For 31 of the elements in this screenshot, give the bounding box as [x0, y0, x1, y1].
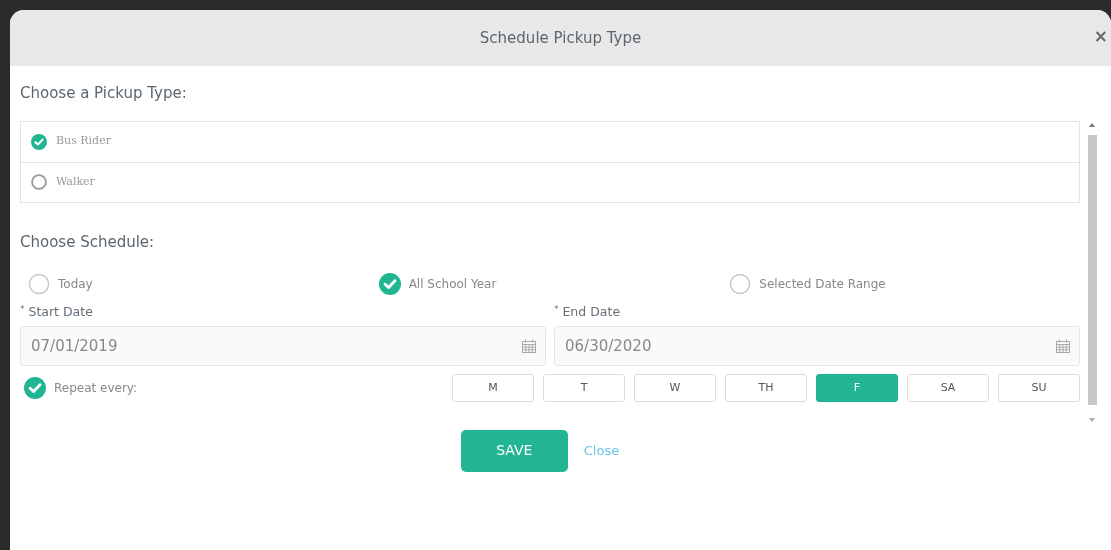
day-toggle[interactable]: TH: [725, 373, 807, 402]
date-field[interactable]: 06/30/2020: [554, 325, 1080, 366]
day-toggle[interactable]: SA: [907, 373, 989, 402]
calendar-icon[interactable]: [1055, 337, 1071, 354]
radio-checked-icon[interactable]: [378, 273, 401, 295]
checkbox-checked-icon[interactable]: [24, 376, 46, 399]
radio-option[interactable]: Walker: [21, 161, 1079, 202]
radio-icon[interactable]: [31, 174, 47, 190]
calendar-icon[interactable]: [521, 337, 537, 354]
date-field[interactable]: 07/01/2019: [20, 325, 546, 366]
section-heading: Choose a Pickup Type:: [20, 83, 188, 104]
dialog-title: Schedule Pickup Type: [479, 27, 642, 49]
radio-label[interactable]: All School Year: [408, 275, 497, 293]
close-link[interactable]: Close: [583, 441, 620, 461]
close-button[interactable]: ×: [1093, 28, 1108, 45]
radio-checked-icon[interactable]: [31, 133, 47, 150]
day-toggle[interactable]: SU: [998, 373, 1080, 402]
radio-icon[interactable]: [28, 273, 50, 295]
day-toggle[interactable]: M: [452, 373, 534, 402]
radio-icon[interactable]: [729, 273, 752, 295]
radio-label[interactable]: Selected Date Range: [759, 275, 886, 293]
radio-label[interactable]: Today: [58, 275, 93, 293]
radio-option[interactable]: Bus Rider: [21, 121, 1079, 162]
checkbox-label: Repeat every:: [54, 379, 138, 397]
section-heading: Choose Schedule:: [20, 231, 156, 253]
field-label: * Start Date: [20, 303, 94, 321]
day-toggle[interactable]: W: [634, 373, 716, 402]
day-toggle[interactable]: F: [816, 373, 898, 402]
field-label: * End Date: [554, 303, 622, 321]
save-button[interactable]: SAVE: [460, 429, 568, 472]
day-toggle[interactable]: T: [543, 373, 625, 402]
